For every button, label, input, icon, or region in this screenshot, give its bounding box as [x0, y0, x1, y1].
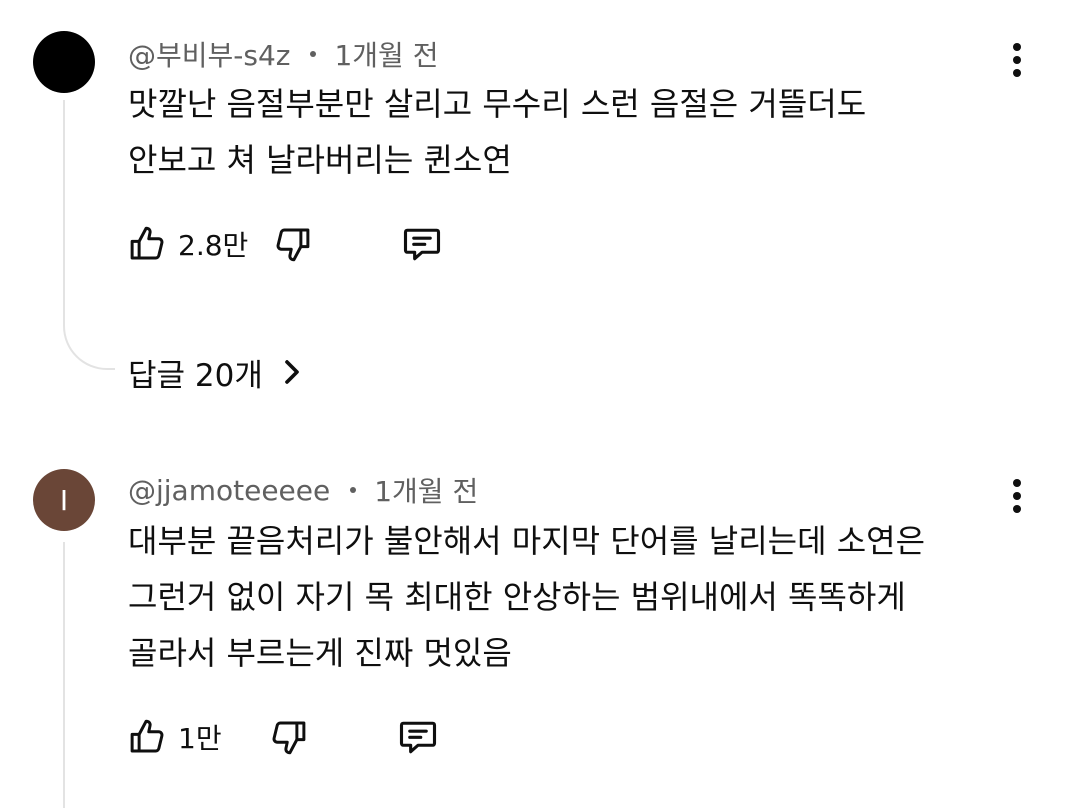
- separator-dot: [310, 51, 317, 57]
- comment-header: @jjamoteeeee 1개월 전: [128, 470, 478, 510]
- comment-thread: I @jjamoteeeee 1개월 전 대부분 끝음처리가 불안해서 마지막 …: [0, 440, 1080, 808]
- comment-text-line: 맛깔난 음절부분만 살리고 무수리 스런 음절은 거뜰더도: [128, 85, 867, 123]
- dislike-button[interactable]: [272, 223, 314, 265]
- thread-line: [63, 100, 65, 300]
- thumbs-down-icon: [272, 721, 305, 755]
- thumbs-down-icon: [276, 228, 310, 262]
- reply-button[interactable]: [400, 222, 444, 266]
- like-count: 1만: [178, 722, 222, 755]
- comment-text-line: 골라서 부르는게 진짜 멋있음: [128, 634, 512, 672]
- comment-icon: [399, 721, 436, 754]
- comment-text-line: 그런거 없이 자기 목 최대한 안상하는 범위내에서 똑똑하게: [128, 578, 906, 616]
- thumbs-up-icon: [130, 226, 164, 260]
- comment-actions: 2.8만: [126, 219, 444, 269]
- reply-button[interactable]: [396, 715, 440, 759]
- comment-header: @부비부-s4z 1개월 전: [128, 34, 438, 74]
- dislike-button[interactable]: [268, 716, 310, 758]
- comment-text-line: 대부분 끝음처리가 불안해서 마지막 단어를 날리는데 소연은: [128, 522, 926, 560]
- avatar[interactable]: I: [33, 469, 95, 531]
- chevron-right-icon: [285, 360, 299, 384]
- comment-text: 맛깔난 음절부분만 살리고 무수리 스런 음절은 거뜰더도 안보고 쳐 날라버리…: [128, 76, 1028, 188]
- comment-time: 1개월 전: [334, 39, 439, 72]
- comment-icon: [404, 228, 441, 261]
- like-count: 2.8만: [178, 229, 249, 262]
- separator-dot: [350, 487, 357, 493]
- comment-text-line: 안보고 쳐 날라버리는 퀸소연: [128, 141, 512, 179]
- comment-text: 대부분 끝음처리가 불안해서 마지막 단어를 날리는데 소연은 그런거 없이 자…: [128, 513, 1028, 681]
- like-button[interactable]: 2.8만: [126, 223, 248, 265]
- thread-line: [63, 542, 65, 808]
- comment-actions: 1만: [126, 712, 440, 762]
- view-replies-button[interactable]: 답글 20개: [128, 348, 303, 396]
- replies-label: 답글 20개: [128, 357, 263, 394]
- avatar[interactable]: [33, 31, 95, 93]
- author-name[interactable]: @부비부-s4z: [128, 34, 290, 74]
- thread-connector: [63, 300, 115, 370]
- author-name[interactable]: @jjamoteeeee: [128, 474, 330, 507]
- comment-thread: @부비부-s4z 1개월 전 맛깔난 음절부분만 살리고 무수리 스런 음절은 …: [0, 0, 1080, 430]
- comment-time: 1개월 전: [374, 475, 479, 508]
- thumbs-up-icon: [130, 719, 164, 753]
- like-button[interactable]: 1만: [126, 716, 222, 758]
